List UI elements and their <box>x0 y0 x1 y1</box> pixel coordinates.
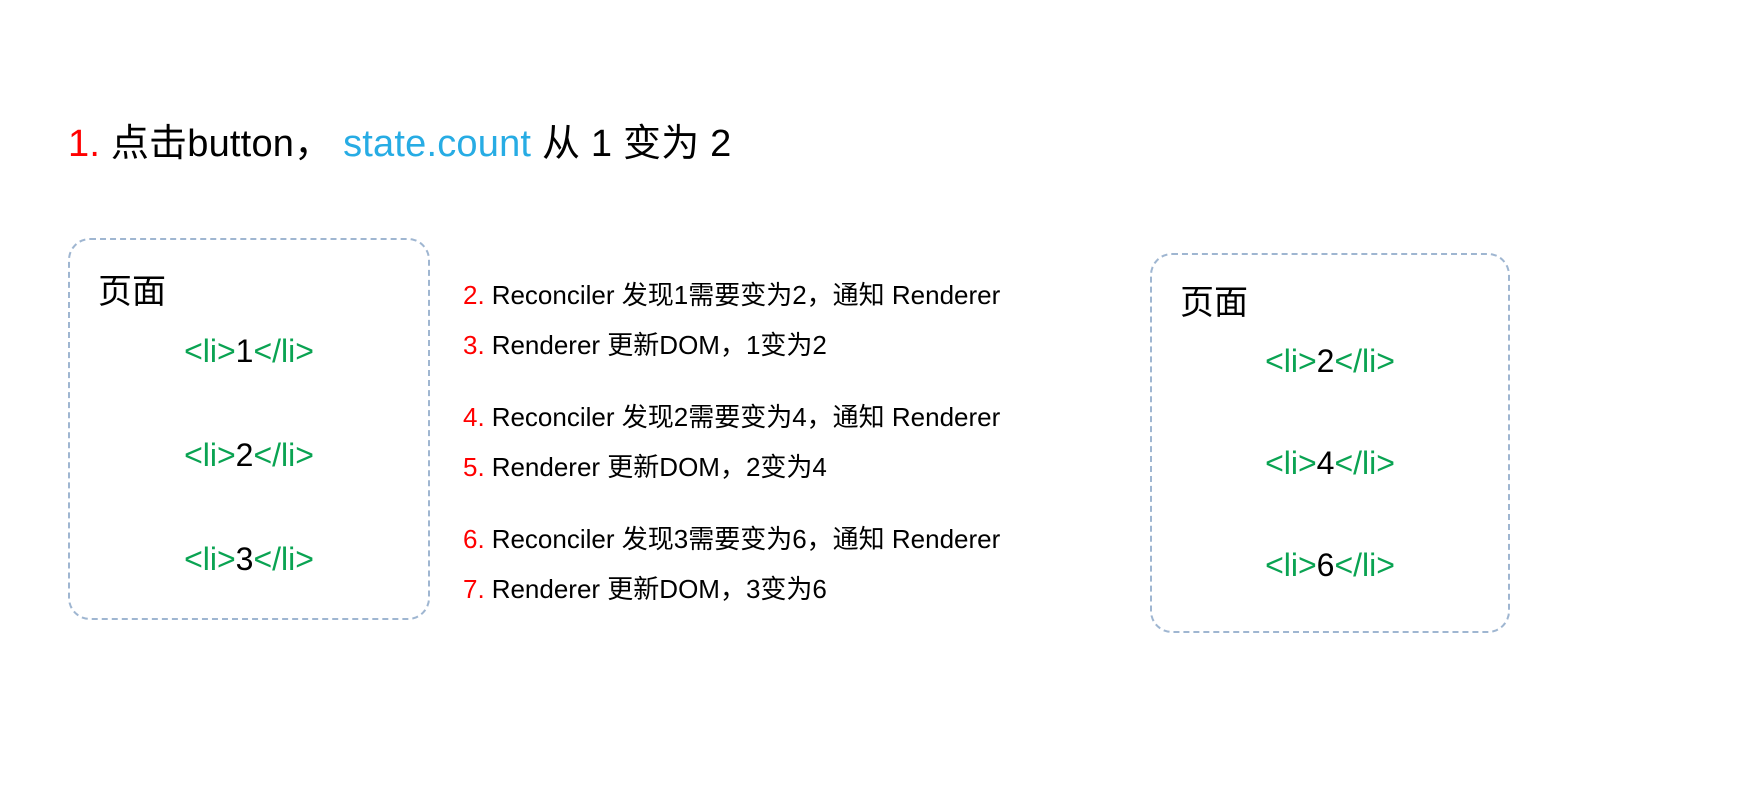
step-row-render: 3. Renderer 更新DOM，1变为2 <box>463 320 1123 370</box>
step-text: Renderer 更新DOM，3变为6 <box>491 574 827 604</box>
step-row-render: 7. Renderer 更新DOM，3变为6 <box>463 564 1123 614</box>
step-text: Reconciler 发现3需要变为6，通知 Renderer <box>491 524 1001 554</box>
before-page-heading: 页面 <box>98 273 166 311</box>
li-close-tag: </li> <box>253 437 314 473</box>
list-item: <li>4</li> <box>1152 442 1508 544</box>
li-open-tag: <li> <box>184 541 236 577</box>
step-number: 7. <box>463 574 485 604</box>
step-row-reconcile: 4. Reconciler 发现2需要变为4，通知 Renderer <box>463 392 1123 442</box>
step-group: 6. Reconciler 发现3需要变为6，通知 Renderer 7. Rend… <box>463 514 1123 614</box>
li-open-tag: <li> <box>1265 445 1317 481</box>
list-item: <li>6</li> <box>1152 544 1508 646</box>
step-text: Reconciler 发现1需要变为2，通知 Renderer <box>491 280 1001 310</box>
step-number: 3. <box>463 330 485 360</box>
li-value: 4 <box>1316 445 1335 481</box>
step-number: 4. <box>463 402 485 432</box>
after-page-heading: 页面 <box>1180 284 1248 322</box>
li-open-tag: <li> <box>184 437 236 473</box>
title-text-before: 点击button， <box>110 123 333 165</box>
li-close-tag: </li> <box>253 541 314 577</box>
li-close-tag: </li> <box>1334 547 1395 583</box>
title-code-state-count: state.count <box>343 123 532 165</box>
li-value: 2 <box>1316 343 1335 379</box>
li-open-tag: <li> <box>1265 343 1317 379</box>
li-close-tag: </li> <box>1334 445 1395 481</box>
li-open-tag: <li> <box>1265 547 1317 583</box>
title-line: 1. 点击button， state.count 从 1 变为 2 <box>68 118 732 170</box>
li-close-tag: </li> <box>253 333 314 369</box>
step-row-render: 5. Renderer 更新DOM，2变为4 <box>463 442 1123 492</box>
step-number: 6. <box>463 524 485 554</box>
step-text: Reconciler 发现2需要变为4，通知 Renderer <box>491 402 1001 432</box>
li-close-tag: </li> <box>1334 343 1395 379</box>
title-step-number: 1. <box>68 123 101 165</box>
steps-list: 2. Reconciler 发现1需要变为2，通知 Renderer 3. Rend… <box>463 270 1123 614</box>
step-group: 2. Reconciler 发现1需要变为2，通知 Renderer 3. Rend… <box>463 270 1123 370</box>
before-li-list: <li>1</li> <li>2</li> <li>3</li> <box>70 330 428 642</box>
after-page-box: 页面 <li>2</li> <li>4</li> <li>6</li> <box>1150 253 1510 633</box>
li-value: 6 <box>1316 547 1335 583</box>
step-row-reconcile: 2. Reconciler 发现1需要变为2，通知 Renderer <box>463 270 1123 320</box>
after-li-list: <li>2</li> <li>4</li> <li>6</li> <box>1152 340 1508 646</box>
step-text: Renderer 更新DOM，1变为2 <box>491 330 827 360</box>
step-row-reconcile: 6. Reconciler 发现3需要变为6，通知 Renderer <box>463 514 1123 564</box>
list-item: <li>3</li> <box>70 538 428 642</box>
step-number: 2. <box>463 280 485 310</box>
step-number: 5. <box>463 452 485 482</box>
before-page-box: 页面 <li>1</li> <li>2</li> <li>3</li> <box>68 238 430 620</box>
step-text: Renderer 更新DOM，2变为4 <box>491 452 827 482</box>
li-value: 1 <box>235 333 254 369</box>
li-value: 3 <box>235 541 254 577</box>
title-text-after: 从 1 变为 2 <box>541 123 732 165</box>
list-item: <li>2</li> <box>70 434 428 538</box>
step-group: 4. Reconciler 发现2需要变为4，通知 Renderer 5. Rend… <box>463 392 1123 492</box>
li-value: 2 <box>235 437 254 473</box>
list-item: <li>2</li> <box>1152 340 1508 442</box>
list-item: <li>1</li> <box>70 330 428 434</box>
li-open-tag: <li> <box>184 333 236 369</box>
